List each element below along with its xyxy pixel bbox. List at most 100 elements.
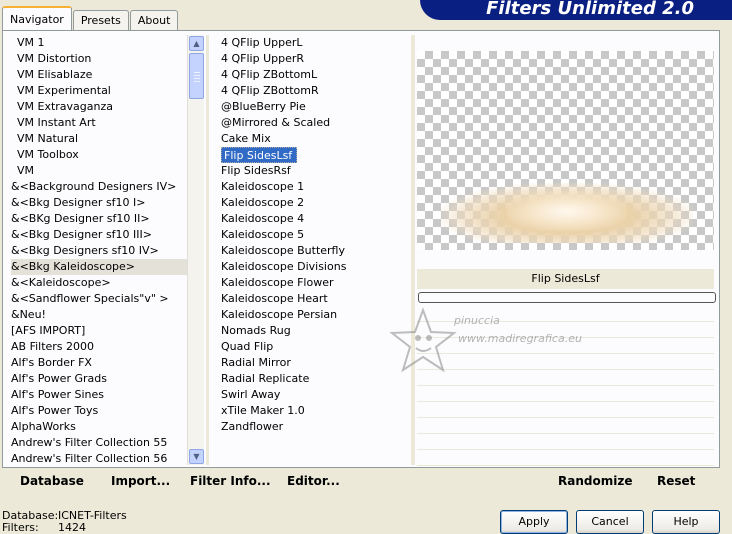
category-item[interactable]: VM Instant Art: [11, 115, 187, 131]
filter-item[interactable]: Kaleidoscope 1: [219, 179, 409, 195]
filters-count: 1424: [58, 521, 86, 534]
category-item[interactable]: Alf's Power Sines: [11, 387, 187, 403]
help-button[interactable]: Help: [652, 510, 720, 534]
param-slot: [417, 418, 714, 434]
category-item[interactable]: &Neu!: [11, 307, 187, 323]
scroll-thumb[interactable]: [189, 53, 204, 99]
category-label: VM Elisablaze: [17, 68, 93, 81]
star-logo-icon: [389, 307, 457, 373]
filter-item[interactable]: Kaleidoscope Butterfly: [219, 243, 409, 259]
filter-item[interactable]: Flip SidesRsf: [219, 163, 409, 179]
scroll-down-button[interactable]: ▼: [189, 449, 204, 464]
category-item[interactable]: VM Extravaganza: [11, 99, 187, 115]
randomize-button[interactable]: Randomize: [558, 474, 632, 488]
category-item[interactable]: Alf's Border FX: [11, 355, 187, 371]
filter-item[interactable]: Radial Mirror: [219, 355, 409, 371]
filter-item[interactable]: Kaleidoscope 5: [219, 227, 409, 243]
category-label: Alf's Power Grads: [11, 372, 107, 385]
category-item[interactable]: &<Bkg Kaleidoscope>: [11, 259, 187, 275]
category-label: &<Bkg Designer sf10 III>: [11, 228, 153, 241]
category-item[interactable]: VM: [11, 163, 187, 179]
filter-item[interactable]: Cake Mix: [219, 131, 409, 147]
filter-item[interactable]: 4 QFlip UpperL: [219, 35, 409, 51]
filter-item[interactable]: Kaleidoscope Divisions: [219, 259, 409, 275]
selected-filter-name: Flip SidesLsf: [417, 269, 714, 289]
tab-navigator[interactable]: Navigator: [2, 6, 72, 30]
filter-item[interactable]: 4 QFlip UpperR: [219, 51, 409, 67]
filter-item[interactable]: Kaleidoscope Flower: [219, 275, 409, 291]
app-title: Filters Unlimited 2.0: [486, 0, 694, 19]
filter-item[interactable]: 4 QFlip ZBottomR: [219, 83, 409, 99]
category-item[interactable]: Andrew's Filter Collection 55: [11, 435, 187, 451]
cancel-button[interactable]: Cancel: [576, 510, 644, 534]
filter-item[interactable]: Nomads Rug: [219, 323, 409, 339]
progress-bar: [418, 292, 716, 303]
editor-button[interactable]: Editor...: [287, 474, 340, 488]
filter-item[interactable]: Kaleidoscope Persian: [219, 307, 409, 323]
category-label: &Neu!: [11, 308, 46, 321]
filter-item[interactable]: Quad Flip: [219, 339, 409, 355]
preview-divider: [411, 35, 415, 465]
category-item[interactable]: &<Kaleidoscope>: [11, 275, 187, 291]
filter-label: Cake Mix: [221, 132, 271, 145]
category-label: &<Kaleidoscope>: [11, 276, 111, 289]
filter-label: Kaleidoscope 2: [221, 196, 305, 209]
filter-item[interactable]: @BlueBerry Pie: [219, 99, 409, 115]
category-scrollbar[interactable]: ▲ ▼: [187, 35, 204, 465]
filter-label: Zandflower: [221, 420, 284, 433]
filter-item[interactable]: Radial Replicate: [219, 371, 409, 387]
category-label: VM Distortion: [17, 52, 92, 65]
filter-item[interactable]: 4 QFlip ZBottomL: [219, 67, 409, 83]
category-item[interactable]: VM Toolbox: [11, 147, 187, 163]
category-item[interactable]: &<BKg Designer sf10 II>: [11, 211, 187, 227]
chevron-down-icon: ▼: [193, 452, 200, 461]
filter-label: Flip SidesLsf: [221, 147, 298, 163]
category-item[interactable]: Alf's Power Grads: [11, 371, 187, 387]
category-label: VM Toolbox: [17, 148, 79, 161]
category-item[interactable]: &<Sandflower Specials"v" >: [11, 291, 187, 307]
param-slot: [417, 450, 714, 466]
tab-presets[interactable]: Presets: [72, 10, 129, 30]
import-button[interactable]: Import...: [111, 474, 170, 488]
filter-item[interactable]: Flip SidesLsf: [219, 147, 409, 163]
tab-about[interactable]: About: [129, 10, 179, 30]
category-label: &<Background Designers IV>: [11, 180, 177, 193]
category-item[interactable]: VM 1: [11, 35, 187, 51]
category-item[interactable]: Alf's Power Toys: [11, 403, 187, 419]
category-item[interactable]: VM Natural: [11, 131, 187, 147]
filter-label: Kaleidoscope Divisions: [221, 260, 347, 273]
filter-label: Kaleidoscope 4: [221, 212, 305, 225]
filter-item[interactable]: Kaleidoscope Heart: [219, 291, 409, 307]
database-button[interactable]: Database: [20, 474, 84, 488]
category-label: &<Bkg Kaleidoscope>: [11, 260, 136, 273]
filter-info-button[interactable]: Filter Info...: [190, 474, 271, 488]
filter-label: 4 QFlip UpperR: [221, 52, 305, 65]
category-item[interactable]: &<Bkg Designers sf10 IV>: [11, 243, 187, 259]
category-item[interactable]: &<Background Designers IV>: [11, 179, 187, 195]
category-list[interactable]: VM 1 VM Distortion VM Elisablaze VM Experim…: [11, 35, 187, 465]
category-item[interactable]: VM Distortion: [11, 51, 187, 67]
filter-item[interactable]: @Mirrored & Scaled: [219, 115, 409, 131]
filter-label: Kaleidoscope 5: [221, 228, 305, 241]
status-area: Database:ICNET-Filters Filters: 1424: [2, 510, 127, 534]
category-label: VM 1: [17, 36, 45, 49]
watermark: pinuccia www.madiregrafica.eu: [388, 306, 618, 386]
category-item[interactable]: AlphaWorks: [11, 419, 187, 435]
filter-item[interactable]: Kaleidoscope 2: [219, 195, 409, 211]
filter-list[interactable]: 4 QFlip UpperL 4 QFlip UpperR 4 QFlip ZBot…: [219, 35, 409, 463]
filter-item[interactable]: Swirl Away: [219, 387, 409, 403]
reset-button[interactable]: Reset: [657, 474, 695, 488]
filter-item[interactable]: Kaleidoscope 4: [219, 211, 409, 227]
filter-item[interactable]: Zandflower: [219, 419, 409, 435]
category-item[interactable]: VM Elisablaze: [11, 67, 187, 83]
apply-button[interactable]: Apply: [500, 510, 568, 534]
category-item[interactable]: AB Filters 2000: [11, 339, 187, 355]
category-item[interactable]: &<Bkg Designer sf10 III>: [11, 227, 187, 243]
category-item[interactable]: Andrew's Filter Collection 56: [11, 451, 187, 467]
scroll-up-button[interactable]: ▲: [189, 36, 204, 51]
category-item[interactable]: &<Bkg Designer sf10 I>: [11, 195, 187, 211]
filter-item[interactable]: xTile Maker 1.0: [219, 403, 409, 419]
category-item[interactable]: [AFS IMPORT]: [11, 323, 187, 339]
filter-label: Radial Replicate: [221, 372, 310, 385]
category-item[interactable]: VM Experimental: [11, 83, 187, 99]
